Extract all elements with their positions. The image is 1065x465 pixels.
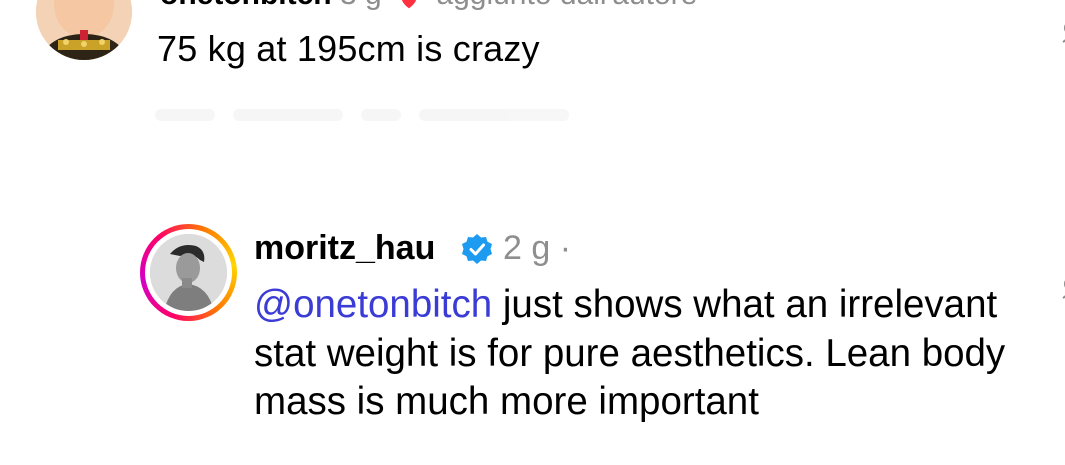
avatar-photo <box>150 234 227 311</box>
avatar-moritz_hau <box>150 234 227 311</box>
username-onetonbitch[interactable]: onetonbitch <box>160 0 332 11</box>
like-heart-icon-1[interactable] <box>1051 18 1065 46</box>
heart-icon <box>398 0 420 9</box>
comment-time-2: 2 g · <box>503 229 572 267</box>
comment-text-1: 75 kg at 195cm is crazy <box>157 28 540 69</box>
like-heart-icon-2[interactable] <box>1051 274 1065 302</box>
avatar-illustration <box>36 0 132 60</box>
comment-body-2: @onetonbitch just shows what an irreleva… <box>254 281 1014 427</box>
verified-badge-icon <box>460 232 494 266</box>
avatar-onetonbitch[interactable] <box>36 0 132 60</box>
mention-link[interactable]: @onetonbitch <box>254 283 492 326</box>
comment-header-1: onetonbitch 3 g aggiunto dall'autore <box>160 0 697 12</box>
liked-by-author-label: aggiunto dall'autore <box>436 0 697 11</box>
comment-time-1: 3 g <box>340 0 382 11</box>
avatar-story-ring[interactable] <box>140 224 237 321</box>
username-moritz_hau[interactable]: moritz_hau <box>254 229 435 268</box>
faded-placeholder-row <box>155 108 635 132</box>
